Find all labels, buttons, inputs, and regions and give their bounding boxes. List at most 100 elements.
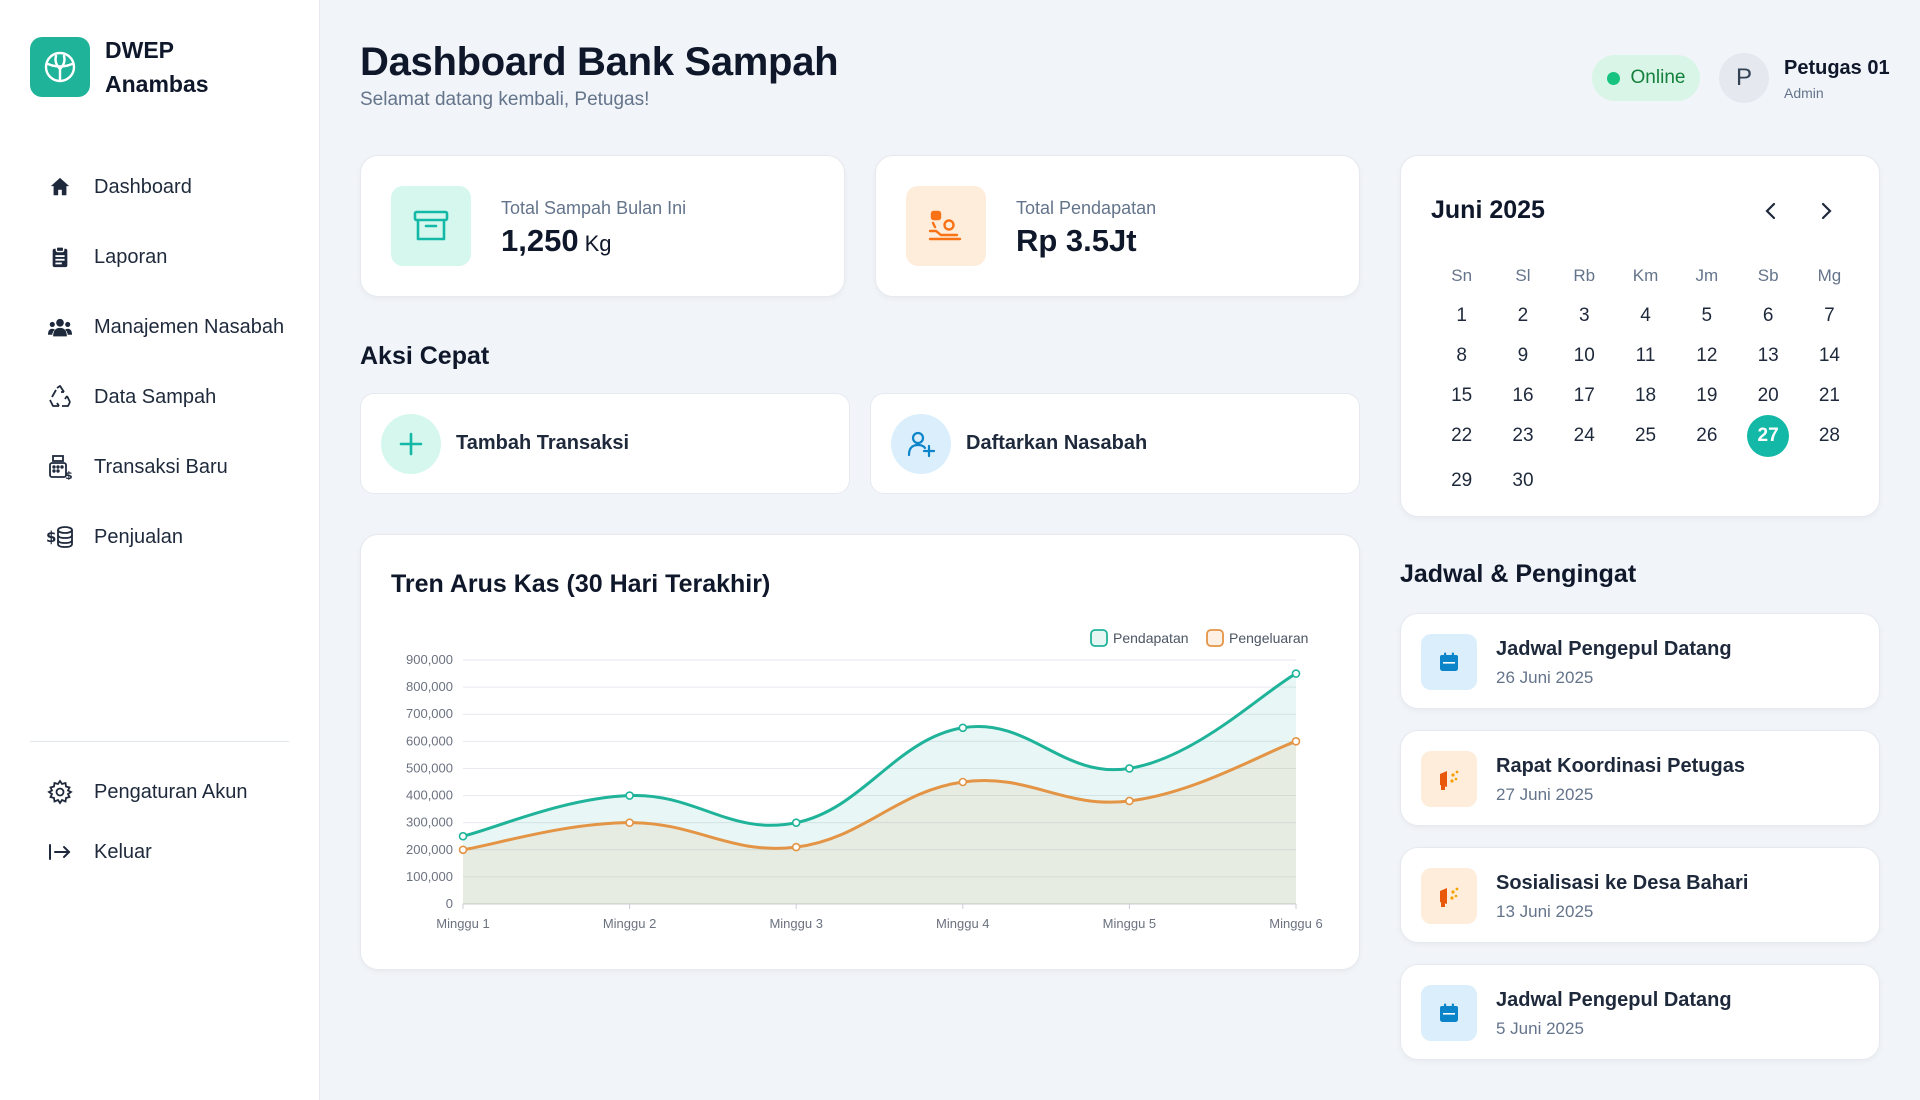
chevron-left-icon [1765,202,1776,220]
brand-name: DWEP Anambas [105,33,209,101]
sidebar-item-transaksi-baru[interactable]: $ Transaksi Baru [30,432,290,502]
calendar-day[interactable]: 1 [1431,305,1492,327]
calendar-day[interactable]: 20 [1737,385,1798,407]
calendar-day[interactable]: 9 [1492,345,1553,367]
home-icon [45,172,75,202]
calendar-day[interactable]: 4 [1615,305,1676,327]
sidebar-item-dashboard[interactable]: Dashboard [30,152,290,222]
data-point-pengeluaran [458,845,468,855]
calendar-day[interactable]: 18 [1615,385,1676,407]
calendar-weekday: Mg [1817,266,1842,285]
calendar-day[interactable]: 11 [1615,345,1676,367]
y-tick-label: 700,000 [406,706,453,721]
register-customer-button[interactable]: Daftarkan Nasabah [870,393,1360,494]
data-point-pengeluaran [791,842,801,852]
calendar-weekday: Rb [1573,266,1596,285]
schedule-item[interactable]: Jadwal Pengepul Datang 26 Juni 2025 [1400,613,1880,709]
archive-box-icon [391,186,471,266]
avatar[interactable]: P [1719,53,1769,103]
x-tick-label: Minggu 2 [603,916,656,931]
quick-actions-title: Aksi Cepat [360,342,490,370]
next-month-button[interactable] [1809,194,1843,228]
action-label: Daftarkan Nasabah [966,432,1148,454]
schedule-item[interactable]: Jadwal Pengepul Datang 5 Juni 2025 [1400,964,1880,1060]
schedule-title: Jadwal & Pengingat [1400,560,1637,588]
sidebar-item-data-sampah[interactable]: Data Sampah [30,362,290,432]
calendar-grid: Sn Sl Rb Km Jm Sb Mg 1 2 3 4 5 6 7 8 9 10 11 12 13 14 15 16 17 1… [1431,256,1861,506]
prev-month-button[interactable] [1754,194,1788,228]
calendar-day[interactable]: 19 [1676,385,1737,407]
cash-flow-chart-card: Tren Arus Kas (30 Hari Terakhir) 0 100,00… [360,534,1360,970]
data-point-pengeluaran [625,818,634,827]
calendar-day[interactable]: 21 [1799,385,1860,407]
schedule-item[interactable]: Rapat Koordinasi Petugas 27 Juni 2025 [1400,730,1880,826]
calendar-day[interactable]: 17 [1554,385,1615,407]
calendar-day[interactable]: 15 [1431,385,1492,407]
brand-line-2: Anambas [105,71,209,97]
calendar-day[interactable]: 22 [1431,425,1492,447]
calendar-day[interactable]: 7 [1799,305,1860,327]
sidebar-nav: Dashboard Laporan Manajemen Nasabah Data… [30,152,290,572]
sidebar-item-label: Dashboard [94,175,192,198]
calendar-day[interactable]: 16 [1492,385,1553,407]
calendar-day[interactable]: 26 [1676,425,1737,447]
calendar-day[interactable]: 29 [1431,470,1492,492]
calendar-day[interactable]: 30 [1492,470,1553,492]
stat-unit: Kg [584,231,612,256]
calendar-day[interactable]: 12 [1676,345,1737,367]
megaphone-icon [1421,868,1477,924]
logout-icon [45,837,75,867]
sidebar-item-keluar[interactable]: Keluar [30,822,290,882]
calendar-week-row: 8 9 10 11 12 13 14 [1431,336,1861,376]
calendar-day[interactable]: 25 [1615,425,1676,447]
add-transaction-button[interactable]: Tambah Transaksi [360,393,850,494]
calendar-day[interactable]: 8 [1431,345,1492,367]
x-tick-label: Minggu 6 [1269,916,1322,931]
data-point-pengeluaran [1125,796,1134,806]
data-point-pendapatan [791,818,801,827]
data-point-pendapatan [625,791,634,800]
y-tick-label: 900,000 [406,652,453,667]
y-tick-label: 100,000 [406,869,453,884]
sidebar-item-pengaturan-akun[interactable]: Pengaturan Akun [30,762,290,822]
calendar-day[interactable]: 10 [1554,345,1615,367]
sidebar-bottom-nav: Pengaturan Akun Keluar [30,762,290,882]
sidebar-item-label: Laporan [94,245,168,268]
status-text: Online [1630,67,1686,88]
sidebar-item-laporan[interactable]: Laporan [30,222,290,292]
calendar-day[interactable]: 24 [1554,425,1615,447]
brand[interactable]: DWEP Anambas [30,33,209,101]
calendar-day[interactable]: 13 [1737,345,1798,367]
plus-icon [381,413,441,474]
calendar-day[interactable]: 2 [1492,305,1553,327]
calendar-weekday: Jm [1695,266,1719,285]
schedule-item-date: 27 Juni 2025 [1496,785,1594,804]
schedule-item-date: 13 Juni 2025 [1496,902,1594,921]
brand-line-1: DWEP [105,37,174,63]
calendar-weekday: Km [1632,266,1659,285]
sidebar-item-penjualan[interactable]: $ Penjualan [30,502,290,572]
stat-value: 1,250 Kg [501,223,612,259]
schedule-item-title: Jadwal Pengepul Datang [1496,638,1732,660]
calendar-day[interactable]: 5 [1676,305,1737,327]
legend-label: Pengeluaran [1229,630,1308,646]
user-name[interactable]: Petugas 01 [1784,57,1890,80]
schedule-item[interactable]: Sosialisasi ke Desa Bahari 13 Juni 2025 [1400,847,1880,943]
calendar-week-row: 29 30 [1431,456,1861,506]
calendar-day-today[interactable]: 27 [1737,415,1798,457]
calendar-weekday: Sl [1515,266,1531,285]
calendar-day[interactable]: 28 [1799,425,1860,447]
calendar-day[interactable]: 6 [1737,305,1798,327]
calendar-day[interactable]: 14 [1799,345,1860,367]
sidebar-item-label: Manajemen Nasabah [94,315,285,338]
schedule-item-title: Rapat Koordinasi Petugas [1496,755,1745,777]
stat-number: 1,250 [501,223,579,258]
y-tick-label: 400,000 [406,788,453,803]
sidebar-item-manajemen-nasabah[interactable]: Manajemen Nasabah [30,292,290,362]
legend-swatch [1090,629,1108,647]
schedule-item-title: Jadwal Pengepul Datang [1496,989,1732,1011]
calendar-day[interactable]: 23 [1492,425,1553,447]
recycle-icon [45,382,75,412]
calendar-day[interactable]: 3 [1554,305,1615,327]
sidebar: DWEP Anambas Dashboard Laporan Manajemen… [0,0,320,1100]
